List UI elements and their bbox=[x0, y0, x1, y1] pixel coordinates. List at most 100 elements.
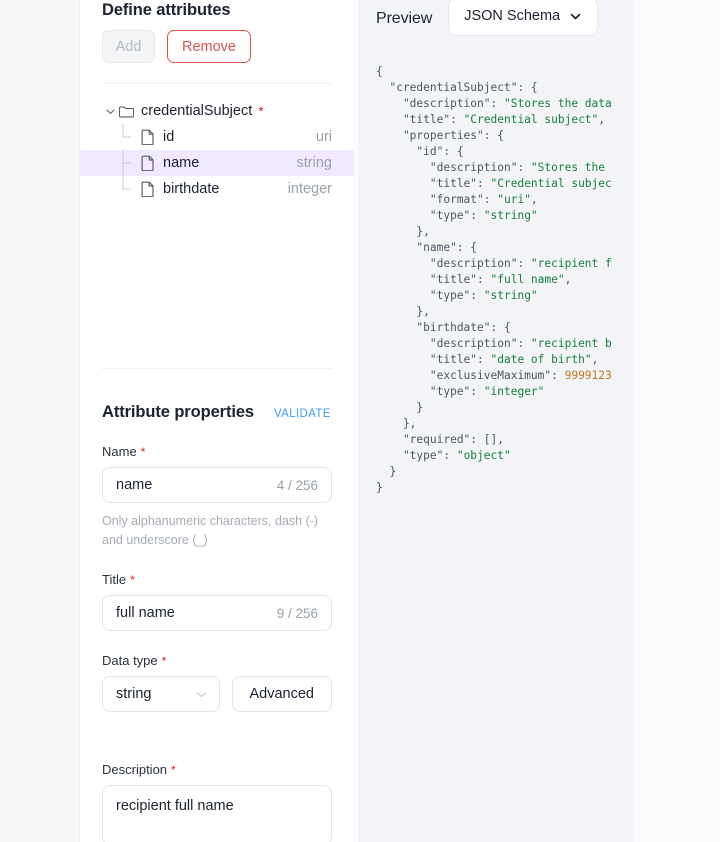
code-token: { bbox=[376, 65, 383, 78]
tree-node-type: string bbox=[296, 155, 332, 171]
validate-link[interactable]: VALIDATE bbox=[274, 408, 331, 420]
code-token: "name": { bbox=[376, 241, 478, 254]
code-line: "name": { bbox=[376, 240, 633, 256]
code-line: "type": "string" bbox=[376, 208, 633, 224]
code-token: , bbox=[530, 193, 538, 206]
code-line: "title": "date of birth", bbox=[376, 352, 633, 368]
required-marker: * bbox=[171, 763, 176, 777]
name-input[interactable]: name 4 / 256 bbox=[102, 467, 332, 503]
file-icon bbox=[141, 155, 163, 171]
title-input[interactable]: full name 9 / 256 bbox=[102, 595, 332, 631]
tree-node-type: integer bbox=[287, 181, 332, 197]
description-textarea-value: recipient full name bbox=[116, 798, 234, 814]
attribute-properties-title: Attribute properties bbox=[102, 403, 255, 421]
file-icon bbox=[141, 129, 163, 145]
code-token: 9999123 bbox=[564, 369, 612, 382]
required-marker: * bbox=[140, 445, 146, 459]
preview-format-select[interactable]: JSON Schema bbox=[448, 0, 599, 36]
code-token: "full name" bbox=[490, 273, 565, 286]
code-token: } bbox=[376, 465, 397, 478]
code-token: } bbox=[376, 401, 424, 414]
code-line: "type": "integer" bbox=[376, 384, 633, 400]
code-line: } bbox=[376, 400, 633, 416]
code-token: , bbox=[564, 273, 572, 286]
required-marker: * bbox=[258, 103, 264, 119]
code-line: "id": { bbox=[376, 144, 633, 160]
tree-node-id[interactable]: id uri bbox=[102, 124, 332, 150]
code-token: "description": bbox=[376, 97, 504, 110]
preview-format-value: JSON Schema bbox=[464, 8, 561, 24]
code-token: "description": bbox=[376, 337, 531, 350]
code-token: "title": bbox=[376, 273, 491, 286]
data-type-row: string Advanced bbox=[102, 676, 332, 712]
chevron-down-icon bbox=[569, 10, 582, 23]
code-line: "title": "Credential subject", bbox=[376, 112, 633, 128]
code-token: "title": bbox=[376, 353, 491, 366]
code-token: "recipient b bbox=[530, 337, 612, 350]
divider-top bbox=[102, 83, 332, 84]
code-line: } bbox=[376, 464, 633, 480]
title-input-counter: 9 / 256 bbox=[276, 605, 318, 621]
tree-node-name[interactable]: name string bbox=[80, 150, 354, 176]
chevron-down-icon bbox=[195, 688, 208, 701]
code-line: "required": [], bbox=[376, 432, 633, 448]
schema-code-preview: { "credentialSubject": { "description": … bbox=[358, 64, 633, 496]
app-root: Define attributes Add Remove credentialS… bbox=[0, 0, 720, 842]
code-token: "date of birth" bbox=[490, 353, 592, 366]
code-line: "birthdate": { bbox=[376, 320, 633, 336]
tree-node-type: uri bbox=[315, 129, 332, 145]
remove-attribute-button[interactable]: Remove bbox=[167, 30, 251, 63]
code-line: "type": "object" bbox=[376, 448, 633, 464]
data-type-select-value: string bbox=[116, 686, 152, 702]
code-line: "description": "recipient f bbox=[376, 256, 633, 272]
code-line: }, bbox=[376, 304, 633, 320]
preview-header: Preview JSON Schema bbox=[358, 0, 633, 38]
code-line: } bbox=[376, 480, 633, 496]
tree-branch-line bbox=[119, 150, 141, 176]
code-line: { bbox=[376, 64, 633, 80]
code-line: "credentialSubject": { bbox=[376, 80, 633, 96]
file-icon bbox=[141, 181, 163, 197]
define-attributes-actions: Add Remove bbox=[102, 30, 332, 63]
code-line: "description": "Stores the data bbox=[376, 96, 633, 112]
tree-node-credentialsubject[interactable]: credentialSubject * bbox=[102, 98, 332, 124]
name-field-hint: Only alphanumeric characters, dash (-) a… bbox=[102, 514, 319, 547]
code-token: "Credential subjec bbox=[490, 177, 612, 190]
code-token: }, bbox=[376, 417, 417, 430]
code-token: "id": { bbox=[376, 145, 464, 158]
data-type-field-group: Data type * string Advanced bbox=[102, 653, 332, 712]
tree-node-label: birthdate bbox=[163, 181, 220, 197]
advanced-button[interactable]: Advanced bbox=[231, 676, 332, 712]
tree-branch-line bbox=[119, 124, 141, 150]
title-field-label: Title * bbox=[102, 572, 332, 587]
data-type-field-label: Data type * bbox=[102, 653, 332, 668]
description-label-text: Description bbox=[102, 762, 168, 777]
required-marker: * bbox=[161, 654, 167, 668]
description-textarea[interactable]: recipient full name bbox=[102, 785, 332, 842]
name-input-counter: 4 / 256 bbox=[276, 477, 318, 493]
tree-node-birthdate[interactable]: birthdate integer bbox=[102, 176, 332, 202]
add-attribute-button[interactable]: Add bbox=[102, 30, 155, 63]
code-token: "birthdate": { bbox=[376, 321, 511, 334]
code-token: , bbox=[591, 353, 599, 366]
code-token: "Credential subject" bbox=[463, 113, 599, 126]
code-token: } bbox=[376, 481, 383, 494]
title-field-group: Title * full name 9 / 256 bbox=[102, 572, 332, 631]
code-line: "description": "Stores the bbox=[376, 160, 633, 176]
attribute-properties-header: Attribute properties VALIDATE bbox=[102, 403, 332, 422]
data-type-select[interactable]: string bbox=[102, 676, 220, 712]
folder-icon bbox=[119, 104, 141, 118]
code-token: "format": bbox=[376, 193, 498, 206]
code-token: }, bbox=[376, 305, 430, 318]
code-token: "object" bbox=[456, 449, 511, 462]
title-input-value: full name bbox=[116, 605, 175, 621]
code-token: "recipient f bbox=[530, 257, 612, 270]
code-token: "description": bbox=[376, 161, 531, 174]
attribute-editor-panel: Define attributes Add Remove credentialS… bbox=[80, 0, 354, 842]
description-field-label: Description * bbox=[102, 762, 332, 777]
chevron-down-icon[interactable] bbox=[102, 106, 119, 117]
code-token: "required": [], bbox=[376, 433, 504, 446]
code-token: "type": bbox=[376, 449, 457, 462]
code-token: "integer" bbox=[483, 385, 545, 398]
